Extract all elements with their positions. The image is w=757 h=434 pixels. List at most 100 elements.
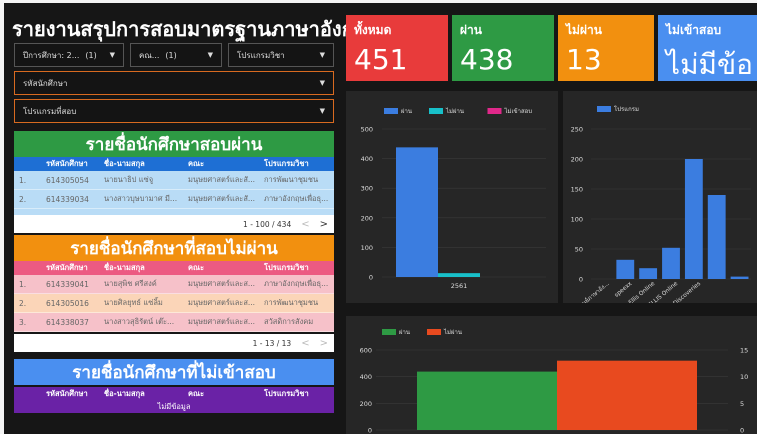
exam-program-filter[interactable]: โปรแกรมที่สอบ ▼	[14, 99, 334, 123]
prev-page-icon[interactable]: <	[301, 219, 309, 230]
yearly-result-chart-panel: ผ่าน ไม่ผ่าน ไม่เข้าสอบ 0 100 200 300 400 500 256…	[346, 91, 558, 303]
y-tick-label: 100	[571, 216, 583, 224]
y-tick-label: 500	[361, 126, 373, 134]
table-row[interactable]: 2. 614305016 นายศิลยุทธ์ แซ่ลิ้ม มนุษยศา…	[14, 294, 334, 313]
column-header[interactable]: คณะ	[182, 158, 258, 170]
table-row[interactable]: 2. 614339034 นางสาวบุษบามาศ มี... มนุษยศ…	[14, 190, 334, 209]
chevron-down-icon: ▼	[207, 51, 213, 59]
passed-card-label: ผ่าน	[460, 23, 482, 37]
passed-table-header: รหัสนักศึกษา ชื่อ-นามสกุล คณะ โปรแกรมวิช…	[14, 157, 334, 171]
year-filter[interactable]: ปีการศึกษา: 2... (1) ▼	[14, 43, 124, 67]
y-tick-label: 200	[361, 214, 373, 222]
y-tick-label: 15	[740, 347, 748, 355]
y-tick-label: 0	[740, 427, 744, 434]
legend-swatch	[597, 106, 611, 112]
y-tick-label: 5	[740, 400, 744, 408]
column-header[interactable]: โปรแกรมวิชา	[258, 262, 334, 274]
legend-label: ผ่าน	[401, 108, 412, 115]
faculty-filter-count: (1)	[165, 50, 177, 60]
failed-table-header: รหัสนักศึกษา ชื่อ-นามสกุล คณะ โปรแกรมวิช…	[14, 261, 334, 275]
y-tick-label: 150	[571, 186, 583, 194]
y-tick-label: 200	[571, 156, 583, 164]
program-chart: โปรแกรม050100150200250ศูนย์ภาษาอัง... spe…	[571, 105, 751, 303]
column-header[interactable]: ชื่อ-นามสกุล	[96, 388, 182, 400]
table-row[interactable]: 1. 614339041 นายสุพิช ศรีสงค์ มนุษยศาสตร…	[14, 275, 334, 294]
legend-swatch	[382, 329, 396, 335]
failed-card-label: ไม่ผ่าน	[566, 23, 602, 37]
chevron-down-icon: ▼	[109, 51, 115, 59]
y-tick-label: 50	[575, 246, 583, 254]
student-id-filter-label: รหัสนักศึกษา	[23, 78, 68, 88]
passed-table: รหัสนักศึกษา ชื่อ-นามสกุล คณะ โปรแกรมวิช…	[14, 157, 334, 217]
next-page-icon[interactable]: >	[320, 338, 328, 349]
column-header[interactable]: รหัสนักศึกษา	[34, 262, 96, 274]
absent-table-header: รหัสนักศึกษา ชื่อ-นามสกุล คณะ โปรแกรมวิช…	[14, 387, 334, 401]
bar-program	[662, 247, 680, 279]
passed-card-value: 438	[460, 43, 514, 76]
legend-swatch	[487, 108, 502, 114]
student-id-filter[interactable]: รหัสนักศึกษา ▼	[14, 71, 334, 95]
x-tick-label: speexx	[614, 281, 634, 299]
absent-card: ไม่เข้าสอบ ไม่มีข้อ	[658, 15, 757, 81]
y-tick-label: 0	[368, 427, 372, 434]
next-page-icon[interactable]: >	[320, 219, 328, 230]
y-tick-label: 0	[369, 274, 373, 282]
failed-section-title: รายชื่อนักศึกษาที่สอบไม่ผ่าน	[14, 235, 334, 261]
legend-label: ไม่ผ่าน	[443, 328, 462, 336]
column-header[interactable]: ชื่อ-นามสกุล	[96, 262, 182, 274]
year-filter-count: (1)	[85, 50, 97, 60]
column-header[interactable]: โปรแกรมวิชา	[258, 158, 334, 170]
absent-table: รหัสนักศึกษา ชื่อ-นามสกุล คณะ โปรแกรมวิช…	[14, 387, 334, 413]
bar-program	[639, 268, 658, 279]
program-filter-label: โปรแกรมวิชา	[237, 50, 285, 60]
absent-card-label: ไม่เข้าสอบ	[666, 23, 722, 37]
legend-label: โปรแกรม	[614, 105, 639, 113]
legend-label: ไม่ผ่าน	[445, 107, 464, 115]
pager-range: 1 - 100 / 434	[243, 219, 292, 229]
chevron-down-icon: ▼	[319, 107, 325, 115]
legend-swatch	[427, 329, 441, 335]
total-card-value: 451	[354, 43, 408, 76]
y-tick-label: 400	[360, 373, 372, 381]
bar-failed	[557, 360, 697, 430]
column-header[interactable]: โปรแกรมวิชา	[258, 388, 334, 400]
table-row[interactable]: 1. 614305054 นายนาธิป แซ่จู มนุษยศาสตร์แ…	[14, 171, 334, 190]
legend-swatch	[429, 108, 443, 114]
chevron-down-icon: ▼	[319, 79, 325, 87]
year-filter-label: ปีการศึกษา: 2...	[23, 50, 80, 60]
passed-card: ผ่าน 438	[452, 15, 554, 81]
column-header[interactable]: รหัสนักศึกษา	[34, 388, 96, 400]
bar-program	[684, 159, 703, 279]
column-header[interactable]: รหัสนักศึกษา	[34, 158, 96, 170]
left-column: รายงานสรุปการสอบมาตรฐานภาษาอังกฤษ ปีการศ…	[4, 3, 379, 434]
chevron-down-icon: ▼	[319, 51, 325, 59]
yearly-result-chart: ผ่าน ไม่ผ่าน ไม่เข้าสอบ 0 100 200 300 400 500 256…	[361, 107, 546, 290]
total-card: ทั้งหมด 451	[346, 15, 448, 81]
empty-message: ไม่มีข้อมูล	[14, 401, 334, 413]
column-header[interactable]: คณะ	[182, 388, 258, 400]
prev-page-icon[interactable]: <	[301, 338, 309, 349]
faculty-filter-label: คณ...	[139, 50, 160, 60]
legend-label: ไม่เข้าสอบ	[504, 107, 533, 115]
passed-section-title: รายชื่อนักศึกษาสอบผ่าน	[14, 131, 334, 157]
bar-failed	[438, 273, 480, 277]
program-chart-panel: โปรแกรม 0 50 100 150 200 250 ศูนย์ภาษาอัง... spe…	[563, 91, 757, 303]
bar-passed	[396, 147, 438, 277]
column-header[interactable]: ชื่อ-นามสกุล	[96, 158, 182, 170]
passed-pager: 1 - 100 / 434 < >	[14, 215, 334, 233]
pass-fail-chart-panel: ผ่าน ไม่ผ่าน 0 200 400 600 0 5 10 15	[346, 316, 757, 434]
bar-program	[707, 195, 726, 279]
table-row[interactable]: 3. 614338037 นางสาวสุธิรัตน์ เต๊ะ... มนุ…	[14, 313, 334, 332]
pass-fail-chart: ผ่าน ไม่ผ่าน 0 200 400 600 0 5 10 15	[360, 328, 749, 434]
column-header[interactable]: คณะ	[182, 262, 258, 274]
y-tick-label: 10	[740, 373, 748, 381]
bar-program	[730, 276, 749, 279]
absent-section-title: รายชื่อนักศึกษาที่ไม่เข้าสอบ	[14, 359, 334, 385]
failed-card: ไม่ผ่าน 13	[558, 15, 654, 81]
failed-pager: 1 - 13 / 13 < >	[14, 334, 334, 352]
faculty-filter[interactable]: คณ... (1) ▼	[130, 43, 222, 67]
program-filter[interactable]: โปรแกรมวิชา ▼	[228, 43, 334, 67]
dashboard-frame: รายงานสรุปการสอบมาตรฐานภาษาอังกฤษ ปีการศ…	[4, 3, 757, 434]
page-title: รายงานสรุปการสอบมาตรฐานภาษาอังกฤษ	[12, 17, 380, 41]
bar-passed	[417, 371, 557, 430]
